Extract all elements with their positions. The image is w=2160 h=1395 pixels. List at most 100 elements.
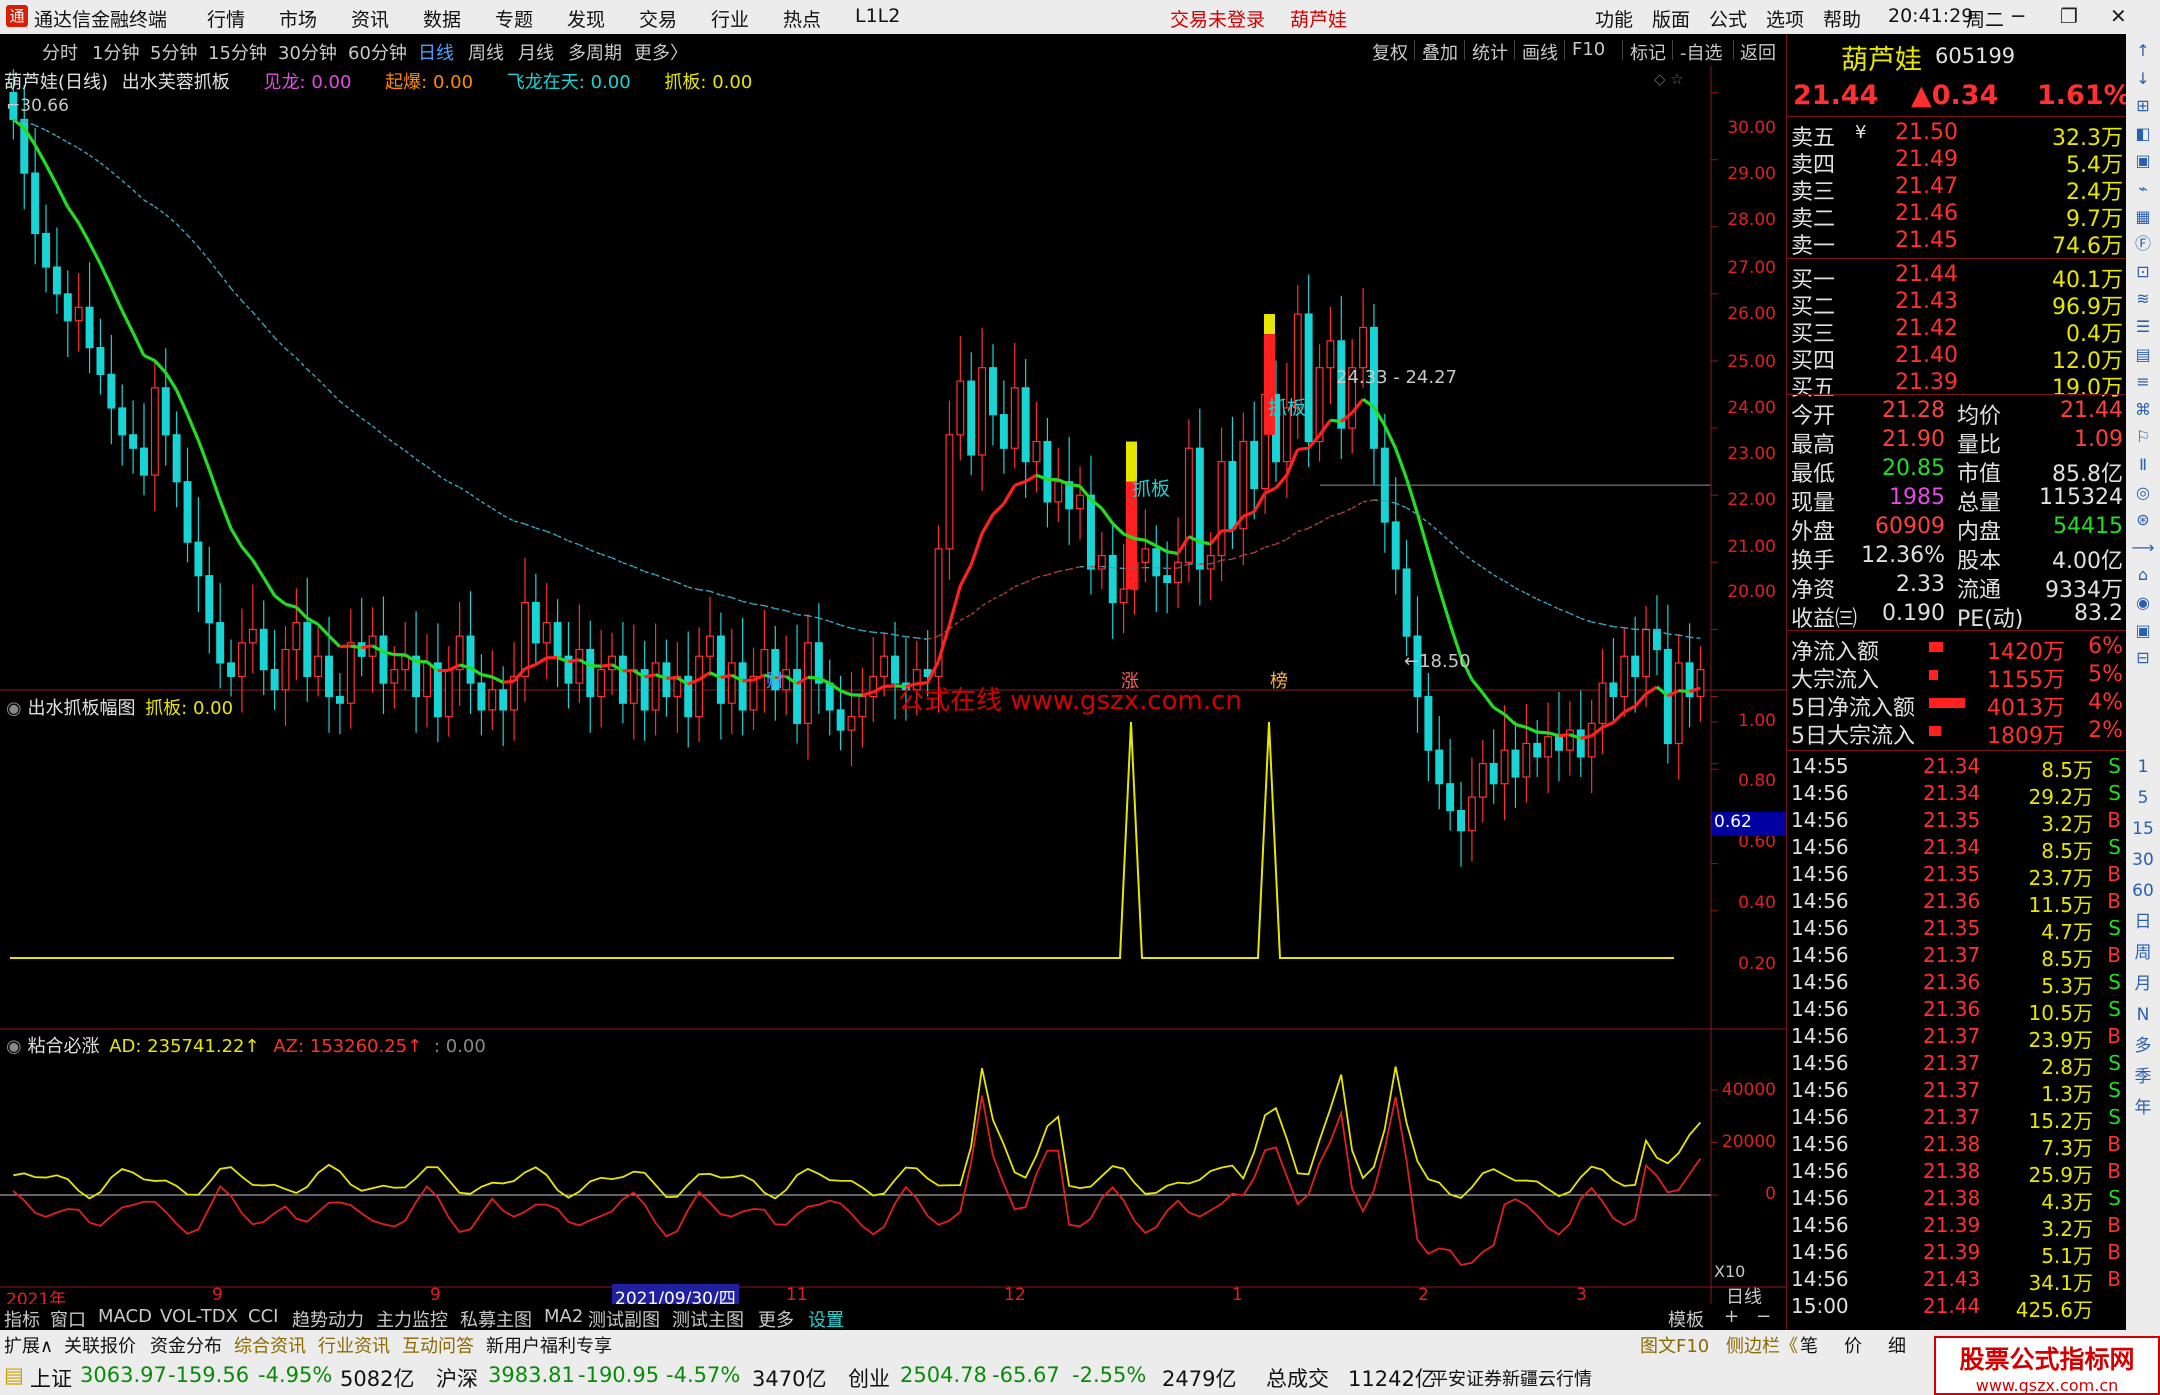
function-tab[interactable]: 综合资讯 [234,1332,306,1358]
minimize-icon[interactable]: ─ [2012,4,2024,28]
menu-quotes[interactable]: 行情 [207,5,245,32]
menu-l1l2[interactable]: L1L2 [855,5,900,27]
menu-data[interactable]: 数据 [423,5,461,32]
tf-multi[interactable]: 多周期 [568,39,622,65]
indicator-tab[interactable]: 私募主图 [460,1306,532,1332]
toolbar-icon[interactable]: ▣ [2130,148,2156,174]
indicator-tab[interactable]: VOL-TDX [160,1306,238,1327]
indicator-tab[interactable]: CCI [248,1306,278,1327]
indicator-tab[interactable]: 更多 [758,1306,794,1332]
function-tab[interactable]: 互动问答 [402,1332,474,1358]
menu-layout[interactable]: 版面 [1652,5,1690,32]
toolbar-icon[interactable]: ▦ [2130,204,2156,230]
restore-icon[interactable]: ❐ [2060,4,2078,28]
tf-1min[interactable]: 1分钟 [92,39,139,65]
panel-options-icon[interactable]: ◇ ☆ [1654,70,1684,88]
toolbar-period-button[interactable]: 30 [2130,847,2156,873]
toolbar-icon[interactable]: ≋ [2130,286,2156,312]
mark-button[interactable]: 标记 [1630,39,1666,65]
function-tab[interactable]: 关联报价 [64,1332,136,1358]
tf-daily[interactable]: 日线 [418,39,454,65]
remove-watch-button[interactable]: -自选 [1680,39,1723,65]
function-tab[interactable]: 新用户福利专享 [486,1332,612,1358]
chart-canvas[interactable] [0,66,1786,1304]
toolbar-period-button[interactable]: 多 [2130,1033,2156,1059]
tf-more[interactable]: 更多〉 [634,39,688,65]
toolbar-period-button[interactable]: 日 [2130,909,2156,935]
toolbar-icon[interactable]: ◧ [2130,121,2156,147]
toolbar-icon[interactable]: ⊞ [2130,93,2156,119]
toolbar-icon[interactable]: ↓ [2130,66,2156,92]
toolbar-icon[interactable]: ▣ [2130,618,2156,644]
toolbar-period-button[interactable]: 15 [2130,816,2156,842]
adjust-button[interactable]: 复权 [1372,39,1408,65]
toolbar-icon[interactable]: ↑ [2130,38,2156,64]
toolbar-icon[interactable]: ⊛ [2130,507,2156,533]
marker-finance[interactable]: 财 [766,667,784,693]
toolbar-icon[interactable]: ⌁ [2130,176,2156,202]
draw-button[interactable]: 画线 [1522,39,1558,65]
menu-market[interactable]: 市场 [279,5,317,32]
tf-15min[interactable]: 15分钟 [208,39,267,65]
menu-topics[interactable]: 专题 [495,5,533,32]
toolbar-icon[interactable]: ▤ [2130,342,2156,368]
toolbar-period-button[interactable]: 季 [2130,1064,2156,1090]
toolbar-period-button[interactable]: 周 [2130,940,2156,966]
indicator-tab[interactable]: MACD [98,1306,152,1327]
menu-hot[interactable]: 热点 [783,5,821,32]
index-sh-name[interactable]: 上证 [30,1363,72,1393]
menu-function[interactable]: 功能 [1595,5,1633,32]
toolbar-icon[interactable]: ≡ [2130,369,2156,395]
tf-weekly[interactable]: 周线 [468,39,504,65]
tf-30min[interactable]: 30分钟 [278,39,337,65]
tf-intraday[interactable]: 分时 [42,39,78,65]
function-right-tab[interactable]: 侧边栏《 [1726,1332,1798,1358]
toolbar-icon[interactable]: ⌘ [2130,397,2156,423]
menu-options[interactable]: 选项 [1766,5,1804,32]
toolbar-icon[interactable]: ⚐ [2130,424,2156,450]
toolbar-period-button[interactable]: 1 [2130,754,2156,780]
toolbar-icon[interactable]: ☰ [2130,314,2156,340]
template-control[interactable]: − [1756,1306,1771,1327]
marker-rank[interactable]: 榜 [1270,667,1288,693]
back-button[interactable]: 返回 [1740,39,1776,65]
tf-monthly[interactable]: 月线 [518,39,554,65]
menu-discover[interactable]: 发现 [567,5,605,32]
toolbar-icon[interactable]: ⊡ [2130,259,2156,285]
menu-formula[interactable]: 公式 [1709,5,1747,32]
indicator-tab[interactable]: 测试副图 [588,1306,660,1332]
tf-60min[interactable]: 60分钟 [348,39,407,65]
toolbar-icon[interactable]: Ⅱ [2130,452,2156,478]
close-icon[interactable]: ✕ [2110,4,2127,28]
status-menu-icon[interactable]: ▤ [4,1363,24,1387]
menu-trade[interactable]: 交易 [639,5,677,32]
toolbar-icon[interactable]: ◉ [2130,590,2156,616]
toolbar-period-button[interactable]: 60 [2130,878,2156,904]
indicator-tab[interactable]: 窗口 [50,1306,86,1332]
indicator-tab[interactable]: 指标 [4,1306,40,1332]
tf-5min[interactable]: 5分钟 [150,39,197,65]
toolbar-period-button[interactable]: N [2130,1002,2156,1028]
menu-industry[interactable]: 行业 [711,5,749,32]
menu-news[interactable]: 资讯 [351,5,389,32]
template-control[interactable]: 模板 [1668,1306,1704,1332]
toolbar-icon[interactable]: ◎ [2130,480,2156,506]
menu-help[interactable]: 帮助 [1823,5,1861,32]
function-tab[interactable]: 资金分布 [150,1332,222,1358]
toolbar-icon[interactable]: Ⓕ [2130,231,2156,257]
collapse-icon[interactable]: ◉ [6,1036,22,1057]
function-right-tab[interactable]: 笔 [1800,1332,1818,1358]
indicator-tab[interactable]: 趋势动力 [292,1306,364,1332]
function-tab[interactable]: 扩展∧ [4,1332,53,1358]
function-tab[interactable]: 行业资讯 [318,1332,390,1358]
function-right-tab[interactable]: 图文F10 [1640,1332,1709,1358]
trade-status[interactable]: 交易未登录 [1170,5,1265,32]
collapse-icon[interactable]: ◉ [6,698,22,719]
template-control[interactable]: + [1724,1306,1739,1327]
indicator-tab[interactable]: 主力监控 [376,1306,448,1332]
f10-button[interactable]: F10 [1572,39,1605,60]
indicator-tab[interactable]: 设置 [808,1306,844,1332]
toolbar-period-button[interactable]: 年 [2130,1095,2156,1121]
overlay-button[interactable]: 叠加 [1422,39,1458,65]
toolbar-period-button[interactable]: 5 [2130,785,2156,811]
